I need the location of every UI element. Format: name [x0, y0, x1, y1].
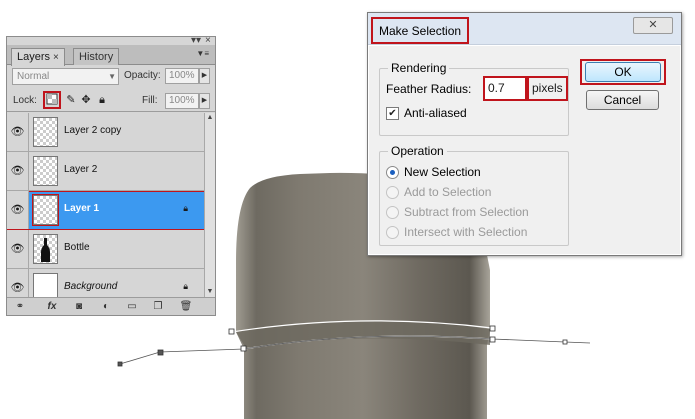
new-group-icon[interactable]: ▭ [125, 300, 139, 313]
adjustment-layer-icon[interactable]: ◐ [99, 300, 113, 313]
fill-label: Fill: [142, 95, 158, 106]
scroll-up-icon[interactable]: ▲ [205, 113, 215, 123]
anti-aliased-label: Anti-aliased [404, 106, 467, 120]
new-selection-label: New Selection [404, 165, 481, 179]
layer-name: Background [64, 281, 118, 292]
blend-mode-value: Normal [17, 71, 50, 82]
lock-image-pixels-icon[interactable]: ✎ [64, 93, 78, 107]
lock-transparent-pixels-icon[interactable] [43, 91, 61, 109]
panel-title-bar[interactable]: ▾▾ × [7, 36, 215, 46]
chevron-down-icon: ▼ [108, 72, 116, 81]
collapse-icon[interactable]: ▾▾ [191, 36, 201, 46]
layer-name: Layer 1 [64, 203, 100, 214]
blend-options-row: Normal ▼ Opacity: 100% ▶ [7, 66, 215, 88]
tab-history-label: History [79, 51, 114, 63]
layer-lock-icon: 🔒︎ [183, 203, 188, 213]
dialog-title-bar[interactable]: Make Selection ✕ [368, 13, 681, 45]
rendering-legend: Rendering [388, 61, 450, 75]
eye-icon[interactable]: 👁︎ [7, 152, 29, 190]
tab-layers-label: Layers [17, 51, 51, 63]
layer-thumbnail [32, 194, 59, 226]
add-to-selection-label: Add to Selection [404, 185, 492, 199]
lock-label: Lock: [13, 95, 37, 106]
fill-slider-arrow-icon[interactable]: ▶ [199, 93, 210, 109]
layer-row-background[interactable]: 👁︎ Background 🔒︎ [7, 269, 215, 297]
scroll-down-icon[interactable]: ▼ [205, 287, 215, 297]
panel-tabstrip: Layers × History ▼≡ [7, 45, 215, 66]
eye-icon[interactable]: 👁︎ [7, 269, 29, 297]
layer-name: Layer 2 copy [64, 125, 122, 136]
operation-group: Operation New Selection Add to Selection… [379, 144, 569, 246]
layer-mask-icon[interactable]: ◙ [72, 300, 86, 313]
anti-aliased-checkbox[interactable]: ✔ [386, 107, 399, 120]
fill-field[interactable]: 100% [165, 93, 199, 109]
layer-lock-icon: 🔒︎ [183, 281, 188, 291]
subtract-from-selection-label: Subtract from Selection [404, 205, 529, 219]
trash-icon[interactable]: 🗑︎ [179, 300, 193, 313]
dialog-body: Rendering Feather Radius: 0.7 pixels ✔ A… [369, 46, 680, 254]
layer-row-layer-2-copy[interactable]: 👁︎ Layer 2 copy [7, 113, 215, 152]
blend-mode-select[interactable]: Normal ▼ [12, 68, 119, 85]
opacity-field[interactable]: 100% [165, 68, 199, 84]
layer-row-layer-2[interactable]: 👁︎ Layer 2 [7, 152, 215, 191]
eye-icon[interactable]: 👁︎ [7, 191, 29, 229]
layers-bottom-bar: ⚭ fx ◙ ◐ ▭ ❐ 🗑︎ [7, 297, 215, 315]
operation-legend: Operation [388, 144, 447, 158]
lock-row: Lock: ✎ ✥ 🔒︎ Fill: 100% ▶ [7, 90, 215, 112]
opacity-slider-arrow-icon[interactable]: ▶ [199, 68, 210, 84]
tab-history[interactable]: History [73, 48, 120, 65]
layer-thumbnail [33, 234, 58, 264]
feather-radius-input[interactable]: 0.7 [483, 76, 527, 101]
rendering-group: Rendering Feather Radius: 0.7 pixels ✔ A… [379, 61, 569, 136]
bottle-thumbnail-icon [41, 238, 50, 262]
lock-position-icon[interactable]: ✥ [79, 93, 93, 107]
layer-list: 👁︎ Layer 2 copy 👁︎ Layer 2 👁︎ Layer 1 🔒︎… [7, 113, 215, 297]
subtract-from-selection-radio[interactable] [386, 206, 399, 219]
layer-name: Layer 2 [64, 164, 98, 175]
new-layer-icon[interactable]: ❐ [151, 300, 165, 313]
close-icon[interactable]: ✕ [633, 17, 673, 34]
lock-all-icon[interactable]: 🔒︎ [95, 93, 109, 107]
new-selection-radio[interactable] [386, 166, 399, 179]
opacity-label: Opacity: [124, 70, 161, 81]
tab-close-icon[interactable]: × [53, 52, 59, 63]
eye-icon[interactable]: 👁︎ [7, 113, 29, 151]
panel-menu-icon[interactable]: ▼≡ [196, 49, 209, 58]
layer-thumbnail [33, 156, 58, 186]
feather-units-label: pixels [527, 76, 568, 101]
intersect-with-selection-label: Intersect with Selection [404, 225, 528, 239]
ok-button-highlight: OK [580, 59, 666, 85]
intersect-with-selection-radio[interactable] [386, 226, 399, 239]
make-selection-dialog: Make Selection ✕ Rendering Feather Radiu… [367, 12, 682, 256]
add-to-selection-radio[interactable] [386, 186, 399, 199]
cancel-button[interactable]: Cancel [586, 90, 659, 110]
dialog-title: Make Selection [371, 17, 470, 44]
feather-radius-label: Feather Radius: [386, 82, 472, 96]
fx-icon[interactable]: fx [45, 300, 59, 313]
layer-thumbnail [33, 117, 58, 147]
tab-layers[interactable]: Layers × [11, 48, 65, 66]
panel-close-icon[interactable]: × [205, 36, 211, 46]
link-layers-icon[interactable]: ⚭ [13, 300, 27, 313]
layer-name: Bottle [64, 242, 90, 253]
layer-row-bottle[interactable]: 👁︎ Bottle [7, 230, 215, 269]
layers-panel: ▾▾ × Layers × History ▼≡ Normal ▼ Opacity… [6, 36, 216, 316]
ok-button[interactable]: OK [585, 62, 661, 82]
layer-row-layer-1[interactable]: 👁︎ Layer 1 🔒︎ [7, 191, 215, 230]
layer-thumbnail [33, 273, 58, 297]
eye-icon[interactable]: 👁︎ [7, 230, 29, 268]
layers-scrollbar[interactable]: ▲ ▼ [204, 113, 215, 297]
